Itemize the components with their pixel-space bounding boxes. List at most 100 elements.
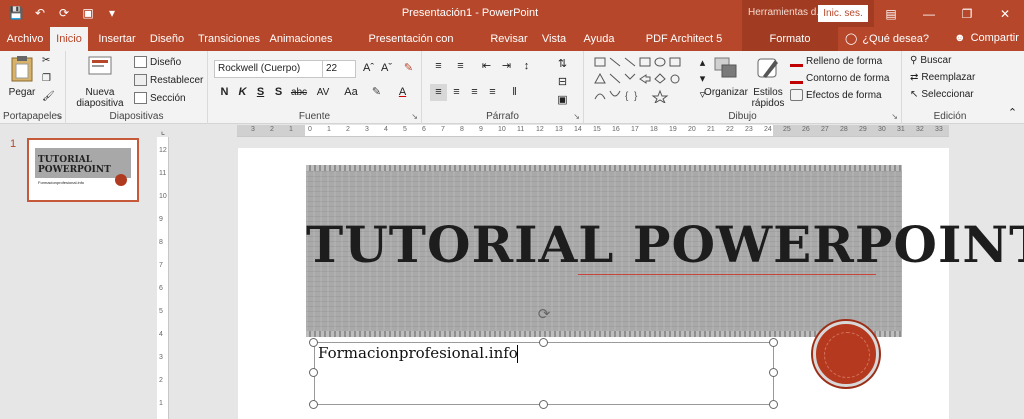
thumb-seal xyxy=(115,174,127,186)
tab-insertar[interactable]: Insertar xyxy=(96,27,138,51)
tab-presentacion[interactable]: Presentación con diapositivas xyxy=(344,27,478,69)
tell-me-box[interactable]: ◯ ¿Qué desea? xyxy=(845,32,929,46)
font-size-select[interactable]: 22 xyxy=(322,60,356,78)
text-direction-icon[interactable]: ⇅ xyxy=(554,56,571,73)
group-edicion: ⚲ Buscar ⇄ Reemplazar ↖ Seleccionar Edic… xyxy=(902,51,998,124)
justify-icon[interactable]: ≡ xyxy=(484,84,501,101)
tab-ayuda[interactable]: Ayuda xyxy=(578,27,620,51)
new-slide-button[interactable]: Nueva diapositiva xyxy=(70,54,130,109)
increase-indent-icon[interactable]: ⇥ xyxy=(498,58,515,75)
align-center-icon[interactable]: ≡ xyxy=(448,84,465,101)
columns-icon[interactable]: ‖ xyxy=(506,84,523,101)
tab-formato[interactable]: Formato xyxy=(742,27,838,51)
italic-button[interactable]: K xyxy=(234,84,251,101)
quick-styles-label-2: rápidos xyxy=(751,98,785,109)
quick-styles-button[interactable]: Estilos rápidos xyxy=(748,54,788,109)
change-case-button[interactable]: Aa xyxy=(340,84,362,101)
tab-archivo[interactable]: Archivo xyxy=(4,27,46,51)
section-button[interactable]: Sección xyxy=(134,92,186,104)
ribbon-display-icon[interactable]: ▤ xyxy=(872,0,910,27)
format-painter-icon[interactable]: 🖌 xyxy=(42,91,55,102)
font-color-button[interactable]: A xyxy=(394,84,411,101)
svg-text:}: } xyxy=(634,91,638,102)
line-spacing-icon[interactable]: ↕ xyxy=(518,58,535,75)
tab-inicio[interactable]: Inicio xyxy=(50,27,88,51)
decrease-indent-icon[interactable]: ⇤ xyxy=(478,58,495,75)
dialog-launcher-icon[interactable]: ↘ xyxy=(55,112,62,121)
replace-button[interactable]: ⇄ Reemplazar xyxy=(910,72,975,83)
ruler-number: 6 xyxy=(159,285,163,292)
group-diapositivas: Nueva diapositiva Diseño Restablecer Sec… xyxy=(66,51,208,124)
slide-subtitle[interactable]: Formacionprofesional.info xyxy=(318,344,518,362)
highlight-icon[interactable]: ✎ xyxy=(368,84,385,101)
bullets-icon[interactable]: ≡ xyxy=(430,58,447,75)
numbering-icon[interactable]: ≡ xyxy=(452,58,469,75)
arrange-button[interactable]: Organizar xyxy=(704,54,748,98)
paste-button[interactable]: Pegar xyxy=(6,54,38,98)
reset-button[interactable]: Restablecer xyxy=(134,74,203,86)
resize-handle-b[interactable] xyxy=(539,400,548,409)
tab-pdf-architect[interactable]: PDF Architect 5 Creator xyxy=(628,27,740,69)
clear-format-icon[interactable]: ✎ xyxy=(400,60,417,77)
share-button[interactable]: ☻ Compartir xyxy=(954,32,1019,44)
new-slide-icon xyxy=(88,56,112,75)
strikethrough-button[interactable]: abc xyxy=(288,84,310,101)
underline-button[interactable]: S xyxy=(252,84,269,101)
shape-outline-button[interactable]: Contorno de forma xyxy=(790,72,889,84)
tab-revisar[interactable]: Revisar xyxy=(488,27,530,51)
ruler-number: 16 xyxy=(612,126,620,133)
collapse-ribbon-icon[interactable]: ⌃ xyxy=(1004,105,1021,122)
smartart-icon[interactable]: ▣ xyxy=(554,92,571,109)
find-button[interactable]: ⚲ Buscar xyxy=(910,55,951,66)
tab-vista[interactable]: Vista xyxy=(538,27,570,51)
ruler-tab-selector[interactable]: ⌞ xyxy=(157,125,169,137)
shadow-button[interactable]: S xyxy=(270,84,287,101)
title-bar: 💾 ↶ ⟳ ▣ ▾ Presentación1 - PowerPoint Her… xyxy=(0,0,1024,27)
slide-thumbnail[interactable]: TUTORIAL POWERPOINT Formacionprofesional… xyxy=(27,138,139,202)
char-spacing-button[interactable]: AV xyxy=(312,84,334,101)
svg-text:{: { xyxy=(625,91,629,102)
ruler-number: 1 xyxy=(327,126,331,133)
select-button[interactable]: ↖ Seleccionar xyxy=(910,89,974,100)
align-left-icon[interactable]: ≡ xyxy=(430,84,447,101)
cut-icon[interactable]: ✂ xyxy=(42,55,50,66)
tab-diseno[interactable]: Diseño xyxy=(146,27,188,51)
resize-handle-tr[interactable] xyxy=(769,338,778,347)
resize-handle-t[interactable] xyxy=(539,338,548,347)
restore-icon[interactable]: ❐ xyxy=(948,0,986,27)
bold-button[interactable]: N xyxy=(216,84,233,101)
grow-font-icon[interactable]: Aˆ xyxy=(360,60,377,77)
font-name-select[interactable]: Rockwell (Cuerpo) xyxy=(214,60,324,78)
resize-handle-br[interactable] xyxy=(769,400,778,409)
copy-icon[interactable]: ❐ xyxy=(42,73,51,84)
shape-effects-button[interactable]: Efectos de forma xyxy=(790,89,882,101)
dialog-launcher-icon[interactable]: ↘ xyxy=(573,112,580,121)
align-right-icon[interactable]: ≡ xyxy=(466,84,483,101)
layout-button[interactable]: Diseño xyxy=(134,56,181,68)
rotate-handle-icon[interactable]: ⟳ xyxy=(535,306,553,324)
sign-in-button[interactable]: Inic. ses. xyxy=(818,5,868,22)
tab-transiciones[interactable]: Transiciones xyxy=(198,27,260,51)
dialog-launcher-icon[interactable]: ↘ xyxy=(411,112,418,121)
tab-animaciones[interactable]: Animaciones xyxy=(268,27,334,51)
reset-label: Restablecer xyxy=(150,74,204,86)
slide-title[interactable]: TUTORIAL POWERPOINT xyxy=(306,210,1024,280)
shape-fill-button[interactable]: Relleno de forma xyxy=(790,55,882,67)
minimize-icon[interactable]: — xyxy=(910,0,948,27)
shapes-gallery[interactable]: {} xyxy=(592,55,692,103)
dialog-launcher-icon[interactable]: ↘ xyxy=(891,112,898,121)
align-text-icon[interactable]: ⊟ xyxy=(554,74,571,91)
resize-handle-tl[interactable] xyxy=(309,338,318,347)
ruler-number: 3 xyxy=(365,126,369,133)
group-label: Fuente xyxy=(298,111,331,122)
close-icon[interactable]: ✕ xyxy=(986,0,1024,27)
vertical-ruler[interactable]: 12 11 10 9 8 7 6 5 4 3 2 1 xyxy=(157,137,169,419)
thumb-title: TUTORIAL POWERPOINT xyxy=(38,155,111,175)
shrink-font-icon[interactable]: Aˇ xyxy=(378,60,395,77)
ruler-number: 20 xyxy=(688,126,696,133)
ribbon: Pegar ✂ ❐ 🖌 Portapapeles ↘ Nueva diaposi… xyxy=(0,51,1024,124)
resize-handle-bl[interactable] xyxy=(309,400,318,409)
resize-handle-r[interactable] xyxy=(769,368,778,377)
resize-handle-l[interactable] xyxy=(309,368,318,377)
horizontal-ruler[interactable]: 3 2 1 0 1 2 3 4 5 6 7 8 9 10 11 12 13 14 15 16 17 18 19 20 21 22 2… xyxy=(237,125,949,137)
